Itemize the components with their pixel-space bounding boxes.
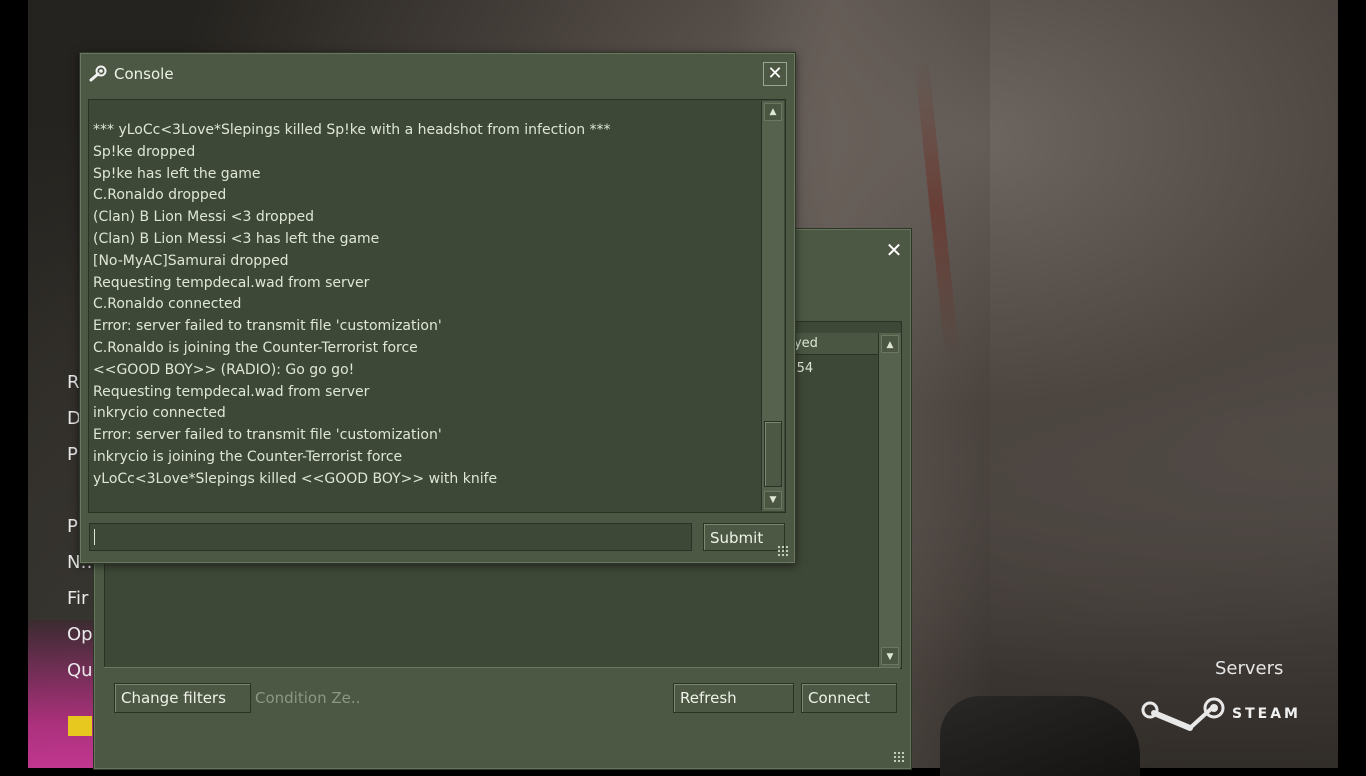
console-log-lines: *** yLoCc<3Love*Slepings killed Sp!ke wi… (93, 120, 759, 491)
menu-item-options[interactable]: Op (67, 624, 93, 645)
log-line: Sp!ke dropped (93, 143, 196, 160)
menu-item-find-servers[interactable]: Fir (67, 588, 88, 609)
log-line: [No-MyAC]Samurai dropped (93, 252, 289, 269)
console-resize-grip-icon[interactable] (777, 545, 789, 557)
console-close-icon[interactable]: ✕ (763, 62, 787, 86)
log-line: Error: server failed to transmit file 'c… (93, 427, 442, 444)
resize-grip-icon[interactable] (893, 751, 905, 763)
servers-label: Servers (1215, 658, 1284, 679)
steam-small-icon (89, 65, 107, 82)
refresh-button[interactable]: Refresh (673, 683, 794, 713)
game-logo-fragment (68, 716, 92, 736)
log-line: Sp!ke has left the game (93, 165, 261, 182)
scroll-up-icon[interactable]: ▲ (764, 103, 782, 121)
console-command-input[interactable] (89, 523, 692, 551)
log-line: C.Ronaldo connected (93, 296, 242, 313)
connect-button[interactable]: Connect (801, 683, 897, 713)
scroll-down-icon[interactable]: ▼ (881, 647, 899, 665)
menu-item-3[interactable]: P (67, 444, 78, 465)
log-line: C.Ronaldo dropped (93, 187, 227, 204)
log-line: C.Ronaldo is joining the Counter-Terrori… (93, 339, 418, 356)
menu-item-4[interactable]: P (67, 516, 78, 537)
log-line: Requesting tempdecal.wad from server (93, 274, 370, 291)
log-line: (Clan) B Lion Messi <3 dropped (93, 209, 315, 226)
change-filters-button[interactable]: Change filters (114, 683, 251, 713)
log-line: inkrycio connected (93, 405, 226, 422)
steam-wordmark: STEAM (1232, 706, 1301, 722)
log-line: inkrycio is joining the Counter-Terroris… (93, 448, 403, 465)
log-line: Error: server failed to transmit file 'c… (93, 318, 442, 335)
console-window: Console ✕ *** yLoCc<3Love*Slepings kille… (79, 52, 796, 564)
scroll-thumb[interactable] (764, 421, 782, 487)
menu-item-quit[interactable]: Qu (67, 660, 93, 681)
log-line: yLoCc<3Love*Slepings killed <<GOOD BOY>>… (93, 470, 498, 487)
steam-logo: STEAM (1140, 694, 1301, 734)
filter-summary: Condition Ze.. (255, 689, 361, 707)
log-line: (Clan) B Lion Messi <3 has left the game (93, 230, 380, 247)
steam-icon (1141, 697, 1225, 731)
log-line: Requesting tempdecal.wad from server (93, 383, 370, 400)
scroll-up-icon[interactable]: ▲ (881, 335, 899, 353)
log-line: <<GOOD BOY>> (RADIO): Go go go! (93, 361, 355, 378)
scroll-down-icon[interactable]: ▼ (764, 491, 782, 509)
console-title: Console (114, 65, 174, 83)
console-scrollbar[interactable]: ▲ ▼ (761, 101, 784, 511)
submit-button[interactable]: Submit (703, 523, 785, 551)
server-list-scrollbar[interactable]: ▲ ▼ (878, 333, 901, 667)
server-browser-close-icon[interactable]: ✕ (883, 239, 905, 261)
menu-item-1[interactable]: R (67, 372, 80, 393)
background-glove (940, 696, 1140, 776)
column-header-played[interactable]: ayed (782, 333, 878, 355)
console-log[interactable]: *** yLoCc<3Love*Slepings killed Sp!ke wi… (88, 99, 786, 513)
log-line: *** yLoCc<3Love*Slepings killed Sp!ke wi… (93, 122, 611, 138)
input-caret (94, 529, 95, 545)
